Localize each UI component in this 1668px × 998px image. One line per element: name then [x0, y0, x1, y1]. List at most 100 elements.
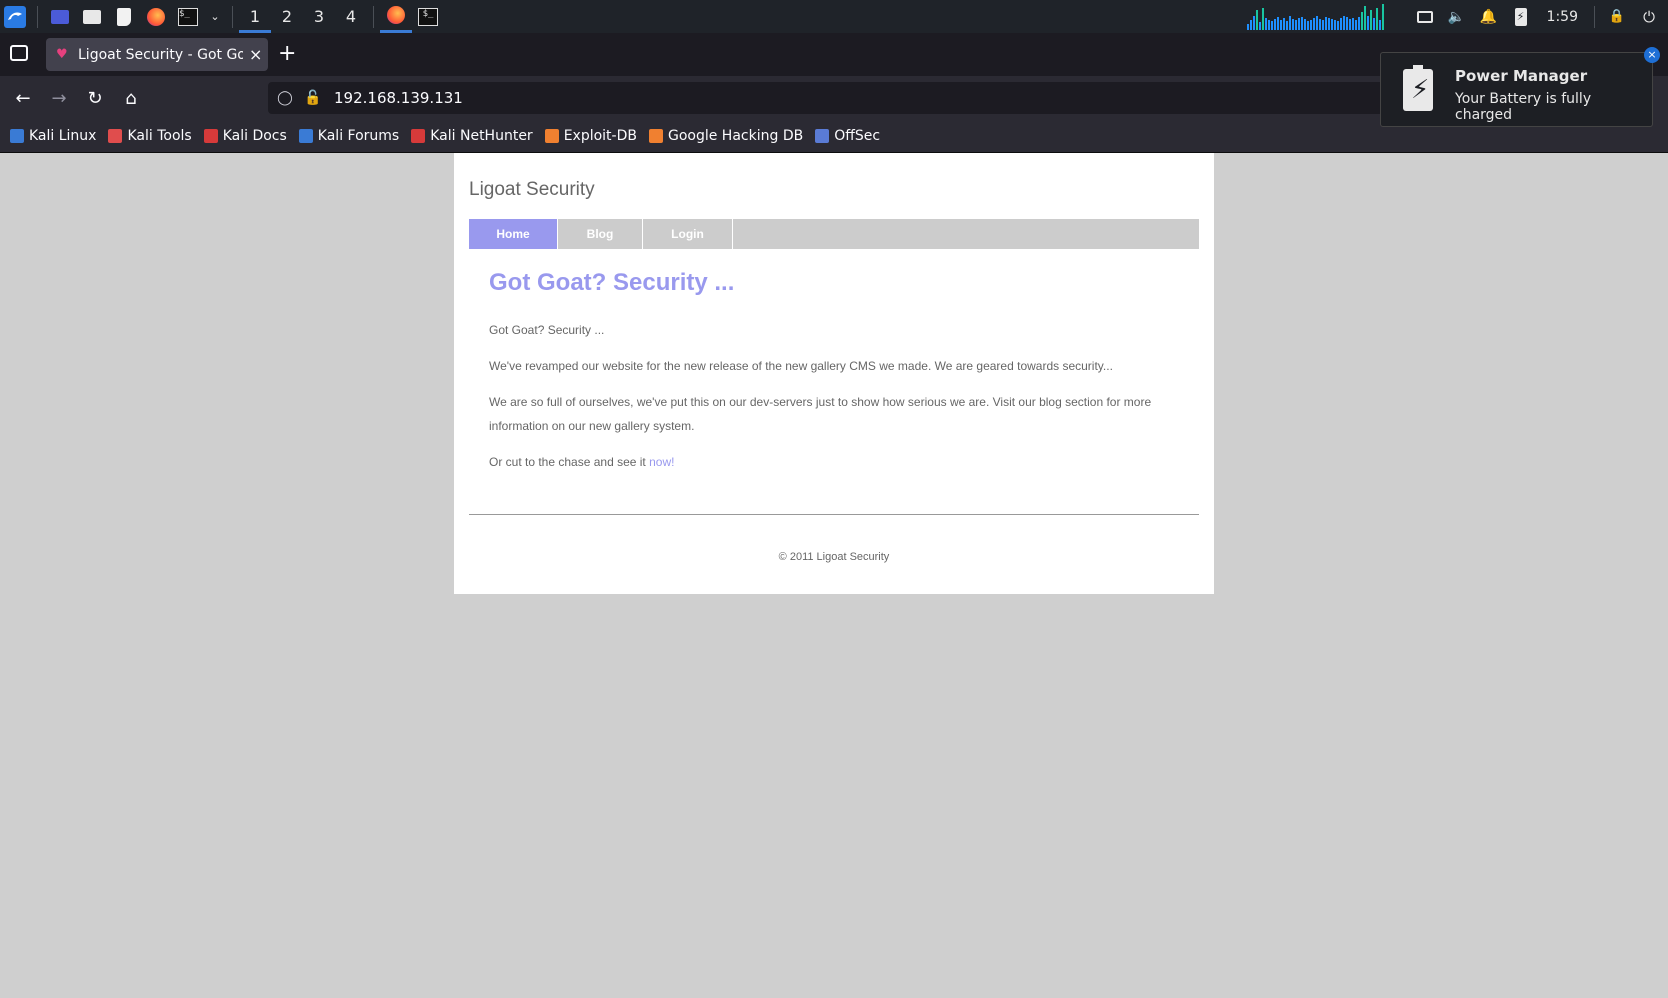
firefox-window-button[interactable]: [380, 0, 412, 33]
cpu-graph-bar: [1366, 15, 1369, 30]
firefox-icon[interactable]: [145, 6, 167, 28]
cpu-graph-bar: [1381, 3, 1384, 30]
paragraph-intro: Got Goat? Security ...: [489, 323, 605, 337]
forward-icon[interactable]: →: [41, 82, 77, 114]
url-bar[interactable]: ◯ 🔓: [268, 82, 1392, 114]
network-icon[interactable]: [1414, 6, 1436, 28]
main-menu: Home Blog Login: [469, 219, 1199, 249]
reload-icon[interactable]: ↻: [77, 82, 113, 114]
cpu-graph-bar: [1267, 19, 1270, 30]
workspace-4[interactable]: 4: [335, 0, 367, 33]
bookmark-google-hacking-db[interactable]: Google Hacking DB: [648, 128, 803, 144]
cpu-graph-bar: [1255, 9, 1258, 30]
bookmark-kali-docs[interactable]: Kali Docs: [203, 128, 287, 144]
cpu-graph-bar: [1303, 18, 1306, 30]
bookmark-label: Kali Docs: [222, 128, 287, 144]
paragraph-revamp: We've revamped our website for the new r…: [489, 359, 1113, 373]
file-manager-icon[interactable]: [81, 6, 103, 28]
desktop-icon[interactable]: [49, 6, 71, 28]
cpu-graph-bar: [1372, 17, 1375, 30]
taskbar: $_ ⌄ 1 2 3 4 $_ 🔈 🔔 ⚡ 1:59 🔒 ⏻: [0, 0, 1668, 33]
power-icon[interactable]: ⏻: [1638, 6, 1660, 28]
cpu-graph-bar: [1273, 18, 1276, 30]
new-tab-icon[interactable]: +: [278, 41, 296, 66]
close-notification-icon[interactable]: ×: [1644, 47, 1660, 63]
cpu-graph-bar: [1246, 23, 1249, 30]
cpu-graph-bar: [1336, 20, 1339, 30]
power-manager-notification[interactable]: ⚡ Power Manager Your Battery is fully ch…: [1380, 47, 1660, 127]
tab-list-icon[interactable]: [10, 45, 28, 61]
cpu-graph-bar: [1342, 15, 1345, 30]
bookmark-favicon-icon: [203, 129, 218, 143]
chase-text: Or cut to the chase and see it: [489, 455, 650, 469]
close-tab-icon[interactable]: ×: [249, 45, 262, 64]
text-editor-icon[interactable]: [113, 6, 135, 28]
page-heading: Got Goat? Security ...: [489, 269, 735, 296]
home-icon[interactable]: ⌂: [113, 82, 149, 114]
bookmark-favicon-icon: [411, 129, 426, 143]
bookmark-label: Kali NetHunter: [430, 128, 533, 144]
terminal-window-button[interactable]: $_: [412, 0, 444, 33]
separator: [232, 5, 233, 28]
kali-menu-icon[interactable]: [4, 5, 26, 28]
cpu-graph-bar: [1321, 19, 1324, 30]
volume-icon[interactable]: 🔈: [1446, 6, 1468, 28]
bookmark-kali-tools[interactable]: Kali Tools: [108, 128, 192, 144]
cpu-graph-bar: [1309, 19, 1312, 30]
paragraph-chase: Or cut to the chase and see it now!: [489, 450, 1169, 474]
web-page: Ligoat Security Home Blog Login Got Goat…: [454, 153, 1214, 594]
cpu-graph-bar: [1249, 19, 1252, 30]
footer-copyright: © 2011 Ligoat Security: [778, 551, 890, 563]
browser-tab[interactable]: ♥ Ligoat Security - Got Goat? Security .…: [46, 38, 268, 71]
terminal-icon: $_: [418, 7, 438, 26]
battery-charged-icon: ⚡: [1403, 65, 1433, 111]
bookmark-label: Kali Tools: [127, 128, 192, 144]
workspace-3[interactable]: 3: [303, 0, 335, 33]
battery-icon[interactable]: ⚡: [1510, 6, 1532, 28]
chevron-down-icon[interactable]: ⌄: [209, 6, 221, 28]
cpu-graph-bar: [1345, 16, 1348, 30]
notification-title: Power Manager: [1455, 67, 1588, 85]
bell-icon[interactable]: 🔔: [1478, 6, 1500, 28]
bookmark-exploit-db[interactable]: Exploit-DB: [544, 128, 637, 144]
divider: [469, 514, 1199, 515]
workspace-1[interactable]: 1: [239, 0, 271, 33]
cpu-graph-bar: [1360, 11, 1363, 30]
cpu-graph-bar: [1363, 5, 1366, 30]
back-icon[interactable]: ←: [5, 82, 41, 114]
bookmark-offsec[interactable]: OffSec: [815, 128, 880, 144]
menu-item-home[interactable]: Home: [469, 219, 558, 249]
terminal-icon[interactable]: $_: [177, 6, 199, 28]
cpu-graph-bar: [1327, 17, 1330, 30]
cpu-graph-bar: [1351, 17, 1354, 30]
notification-body: Your Battery is fully charged: [1455, 91, 1592, 123]
cpu-graph-bar: [1264, 17, 1267, 30]
workspace-2[interactable]: 2: [271, 0, 303, 33]
cpu-graph-bar: [1312, 17, 1315, 30]
bookmark-label: Kali Linux: [29, 128, 97, 144]
cpu-graph-bar: [1378, 19, 1381, 30]
menu-item-blog[interactable]: Blog: [558, 219, 643, 249]
shield-icon[interactable]: ◯: [274, 90, 296, 106]
tab-title: Ligoat Security - Got Goat? Security ...: [78, 46, 243, 63]
cpu-graph-bar: [1333, 19, 1336, 30]
cpu-graph-bar: [1300, 16, 1303, 30]
cpu-graph-bar: [1315, 15, 1318, 30]
separator: [1594, 5, 1595, 28]
clock[interactable]: 1:59: [1547, 9, 1578, 25]
cpu-graph-bar: [1288, 15, 1291, 30]
separator: [373, 5, 374, 28]
cpu-graph: [1246, 3, 1397, 30]
bookmark-kali-linux[interactable]: Kali Linux: [10, 128, 96, 144]
lock-icon[interactable]: 🔒: [1606, 6, 1628, 28]
bookmark-kali-nethunter[interactable]: Kali NetHunter: [411, 128, 533, 144]
menu-item-login[interactable]: Login: [643, 219, 733, 249]
bookmark-favicon-icon: [544, 129, 559, 143]
now-link[interactable]: now!: [649, 455, 674, 469]
site-title: Ligoat Security: [469, 179, 595, 200]
bookmark-kali-forums[interactable]: Kali Forums: [298, 128, 399, 144]
url-input[interactable]: [332, 88, 1236, 108]
bookmark-label: OffSec: [834, 128, 881, 144]
cpu-graph-bar: [1357, 16, 1360, 30]
insecure-lock-icon[interactable]: 🔓: [302, 90, 324, 106]
